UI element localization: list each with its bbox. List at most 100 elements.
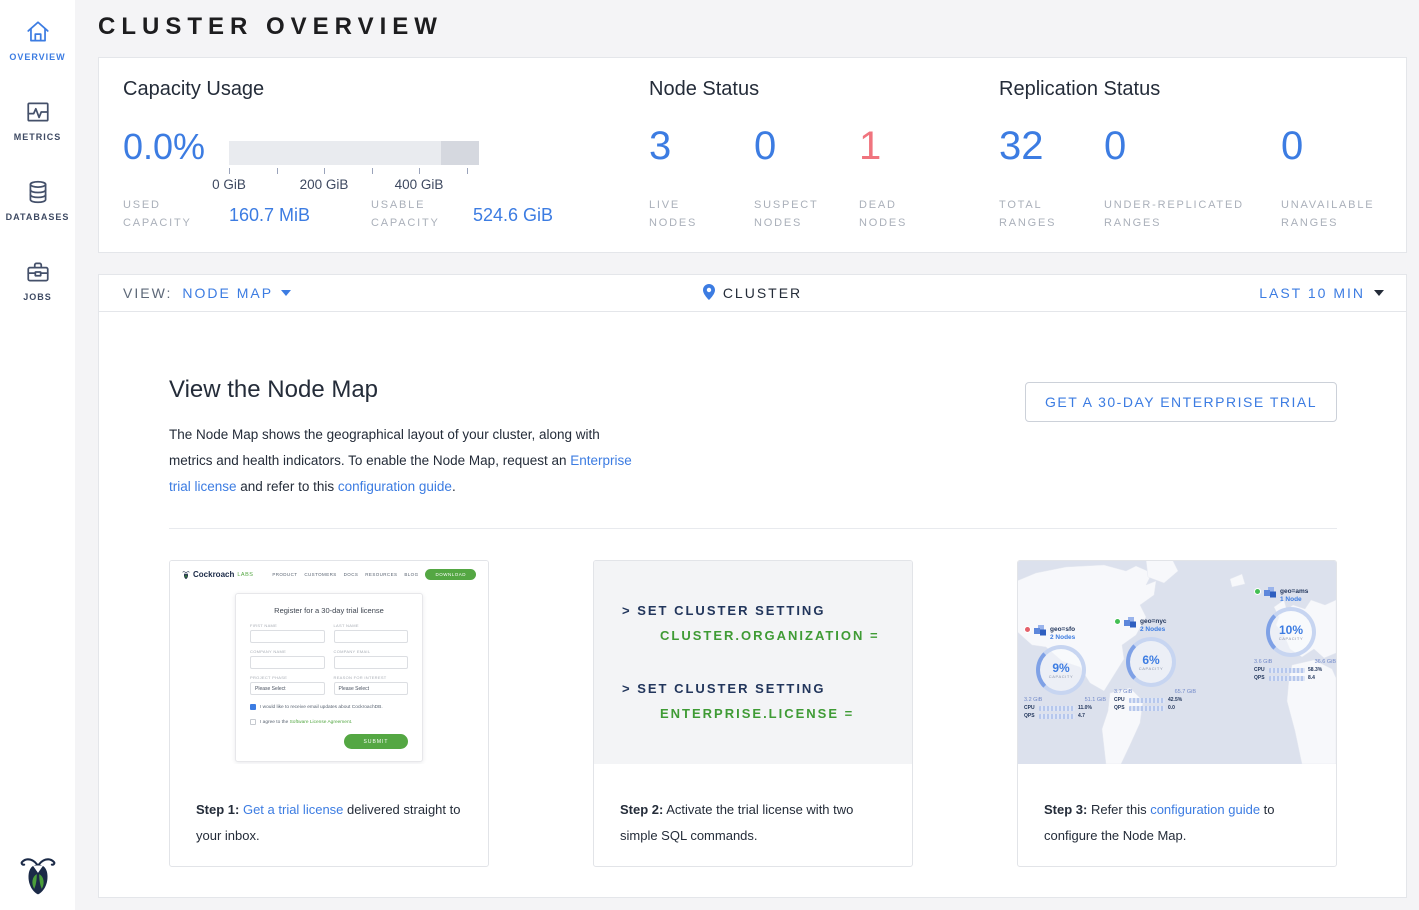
cluster-summary-card: Capacity Usage 0.0% 0 GiB 200 GiB 400 Gi… xyxy=(98,57,1407,253)
project-phase-select[interactable]: Please Select xyxy=(250,682,325,695)
trial-license-website-screenshot: Cockroach LABS PRODUCT CUSTOMERS DOCS RE… xyxy=(170,561,488,764)
first-name-field[interactable] xyxy=(250,630,325,643)
step3-card: geo=sfo2 Nodes 9% CAPACITY 3.2 GiB51.1 G… xyxy=(1017,560,1337,867)
nodes-cube-icon xyxy=(1034,625,1047,636)
trial-registration-form: Register for a 30-day trial license FIRS… xyxy=(235,593,423,762)
capacity-gauge: 10% CAPACITY xyxy=(1266,607,1316,657)
email-updates-checkbox[interactable] xyxy=(250,704,256,710)
sql-argument: CLUSTER.ORGANIZATION = xyxy=(660,628,880,643)
live-nodes-value: 3 xyxy=(649,126,671,166)
locality-gauge-nyc: geo=nyc2 Nodes 6% CAPACITY 3.7 GiB65.7 G… xyxy=(1114,617,1210,711)
status-dot-live xyxy=(1114,618,1121,625)
status-dot-dead xyxy=(1024,626,1031,633)
divider xyxy=(169,528,1337,529)
used-capacity-value: 160.7 MiB xyxy=(229,205,310,226)
databases-icon xyxy=(24,179,52,205)
replication-status-title: Replication Status xyxy=(999,78,1160,101)
location-pin-icon xyxy=(703,284,715,303)
locality-gauge-sfo: geo=sfo2 Nodes 9% CAPACITY 3.2 GiB51.1 G… xyxy=(1024,625,1120,719)
site-nav-docs[interactable]: DOCS xyxy=(344,572,359,577)
qps-sparkline xyxy=(1129,706,1165,711)
node-map-preview-image: geo=sfo2 Nodes 9% CAPACITY 3.2 GiB51.1 G… xyxy=(1018,561,1336,764)
sidebar: OVERVIEW METRICS DATABASES JOBS xyxy=(0,0,75,910)
sidebar-item-label: METRICS xyxy=(14,132,62,142)
form-title: Register for a 30-day trial license xyxy=(250,606,408,615)
cockroach-labs-wordmark: Cockroach LABS xyxy=(182,570,253,580)
suspect-nodes-value: 0 xyxy=(754,126,776,166)
last-name-field[interactable] xyxy=(334,630,409,643)
under-replicated-ranges-label: UNDER-REPLICATEDRANGES xyxy=(1104,196,1244,232)
total-ranges-label: TOTALRANGES xyxy=(999,196,1056,232)
sidebar-item-databases[interactable]: DATABASES xyxy=(0,160,75,240)
usable-capacity-label: USABLECAPACITY xyxy=(371,196,440,232)
dead-nodes-label: DEADNODES xyxy=(859,196,907,232)
view-bar: VIEW: NODE MAP CLUSTER LAST 10 MIN xyxy=(98,274,1407,312)
capacity-bar xyxy=(229,141,479,165)
cpu-sparkline xyxy=(1269,668,1305,673)
company-name-field[interactable] xyxy=(250,656,325,669)
sidebar-item-label: JOBS xyxy=(23,292,52,302)
steps-row: Cockroach LABS PRODUCT CUSTOMERS DOCS RE… xyxy=(169,560,1337,867)
get-trial-license-link[interactable]: Get a trial license xyxy=(243,802,343,817)
cluster-overview-page: OVERVIEW METRICS DATABASES JOBS xyxy=(0,0,1419,910)
capacity-percent: 0.0% xyxy=(123,129,205,165)
sidebar-item-metrics[interactable]: METRICS xyxy=(0,80,75,160)
status-dot-live xyxy=(1254,588,1261,595)
sidebar-item-jobs[interactable]: JOBS xyxy=(0,240,75,320)
dead-nodes-value: 1 xyxy=(859,126,881,166)
live-nodes-label: LIVENODES xyxy=(649,196,697,232)
step1-card: Cockroach LABS PRODUCT CUSTOMERS DOCS RE… xyxy=(169,560,489,867)
site-nav-product[interactable]: PRODUCT xyxy=(272,572,297,577)
configuration-guide-link[interactable]: configuration guide xyxy=(338,479,452,494)
panel-heading: View the Node Map xyxy=(169,376,378,404)
axis-tick-label: 200 GiB xyxy=(294,177,354,192)
view-label: VIEW: xyxy=(123,285,172,301)
home-icon xyxy=(24,19,52,45)
chevron-down-icon xyxy=(1374,290,1384,296)
total-ranges-value: 32 xyxy=(999,126,1044,166)
step2-caption: Step 2: Activate the trial license with … xyxy=(594,764,912,849)
enterprise-trial-button[interactable]: GET A 30-DAY ENTERPRISE TRIAL xyxy=(1025,382,1337,422)
qps-sparkline xyxy=(1039,714,1075,719)
cpu-sparkline xyxy=(1039,706,1075,711)
axis-tick-label: 0 GiB xyxy=(199,177,259,192)
sidebar-item-overview[interactable]: OVERVIEW xyxy=(0,0,75,80)
view-selector[interactable]: NODE MAP xyxy=(182,285,291,301)
metrics-icon xyxy=(24,99,52,125)
site-nav-blog[interactable]: BLOG xyxy=(404,572,418,577)
suspect-nodes-label: SUSPECTNODES xyxy=(754,196,819,232)
cockroach-labs-logo-icon xyxy=(0,854,75,896)
software-license-agreement-link[interactable]: Software License Agreement. xyxy=(290,720,353,725)
site-nav-customers[interactable]: CUSTOMERS xyxy=(304,572,336,577)
configuration-guide-link[interactable]: configuration guide xyxy=(1150,802,1260,817)
node-status-title: Node Status xyxy=(649,78,759,101)
breadcrumb-cluster: CLUSTER xyxy=(723,285,802,301)
sql-command: > SET CLUSTER SETTING xyxy=(622,603,825,618)
page-title: CLUSTER OVERVIEW xyxy=(98,13,443,41)
sql-commands-preview: > SET CLUSTER SETTING CLUSTER.ORGANIZATI… xyxy=(594,561,912,764)
capacity-bar-used-segment xyxy=(441,141,479,165)
chevron-down-icon xyxy=(281,290,291,296)
nodes-cube-icon xyxy=(1264,587,1277,598)
sidebar-item-label: DATABASES xyxy=(6,212,70,222)
submit-button[interactable]: SUBMIT xyxy=(344,734,408,749)
step2-card: > SET CLUSTER SETTING CLUSTER.ORGANIZATI… xyxy=(593,560,913,867)
axis-tick-label: 400 GiB xyxy=(389,177,449,192)
nodes-cube-icon xyxy=(1124,617,1137,628)
time-range-selector[interactable]: LAST 10 MIN xyxy=(1259,285,1406,301)
download-button[interactable]: DOWNLOAD xyxy=(425,569,476,580)
capacity-usage-title: Capacity Usage xyxy=(123,78,264,101)
cpu-sparkline xyxy=(1129,698,1165,703)
step3-caption: Step 3: Refer this configuration guide t… xyxy=(1018,764,1336,849)
used-capacity-label: USEDCAPACITY xyxy=(123,196,192,232)
unavailable-ranges-value: 0 xyxy=(1281,126,1303,166)
capacity-gauge: 6% CAPACITY xyxy=(1126,637,1176,687)
reason-for-interest-select[interactable]: Please Select xyxy=(334,682,409,695)
sidebar-item-label: OVERVIEW xyxy=(9,52,65,62)
site-nav-resources[interactable]: RESOURCES xyxy=(365,572,397,577)
company-email-field[interactable] xyxy=(334,656,409,669)
panel-description: The Node Map shows the geographical layo… xyxy=(169,422,634,500)
node-map-panel: View the Node Map The Node Map shows the… xyxy=(98,312,1407,898)
sql-argument: ENTERPRISE.LICENSE = xyxy=(660,706,854,721)
license-agreement-checkbox[interactable] xyxy=(250,719,256,725)
